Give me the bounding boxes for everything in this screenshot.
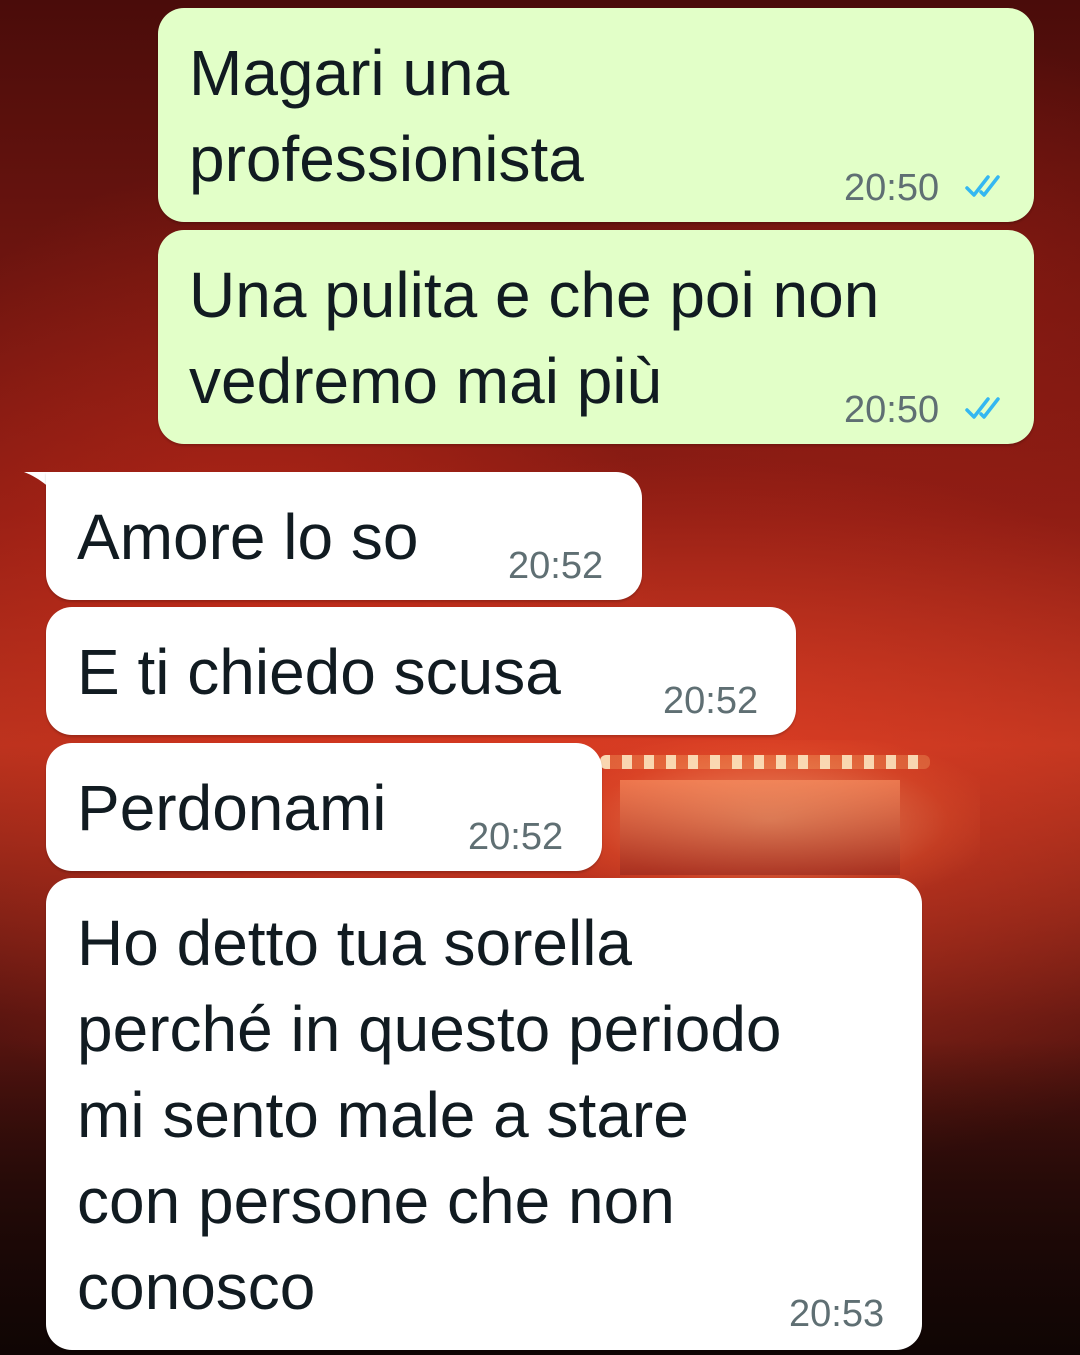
message-list[interactable]: Magari una professionista 20:50 Una puli… <box>0 0 1080 1355</box>
incoming-message-bubble[interactable]: Perdonami 20:52 <box>46 743 602 871</box>
double-check-icon <box>965 397 1000 419</box>
message-text: E ti chiedo scusa <box>77 636 561 708</box>
message-timestamp: 20:52 <box>468 816 564 858</box>
double-check-icon <box>965 175 1000 197</box>
message-timestamp: 20:52 <box>508 545 604 587</box>
incoming-message-bubble[interactable]: Amore lo so 20:52 <box>46 472 642 600</box>
message-timestamp: 20:50 <box>844 389 940 431</box>
message-text: Magari una professionista <box>189 37 584 195</box>
incoming-message-bubble[interactable]: E ti chiedo scusa 20:52 <box>46 607 796 735</box>
message-text: Perdonami <box>77 772 387 844</box>
outgoing-message-bubble[interactable]: Magari una professionista 20:50 <box>158 8 1034 222</box>
incoming-message-bubble[interactable]: Ho detto tua sorella perché in questo pe… <box>46 878 922 1350</box>
message-timestamp: 20:53 <box>789 1293 885 1335</box>
message-text: Ho detto tua sorella perché in questo pe… <box>77 907 782 1323</box>
message-timestamp: 20:52 <box>663 680 759 722</box>
message-timestamp: 20:50 <box>844 167 940 209</box>
message-text: Amore lo so <box>77 501 419 573</box>
outgoing-message-bubble[interactable]: Una pulita e che poi non vedremo mai più… <box>158 230 1034 444</box>
message-text: Una pulita e che poi non vedremo mai più <box>189 259 880 417</box>
